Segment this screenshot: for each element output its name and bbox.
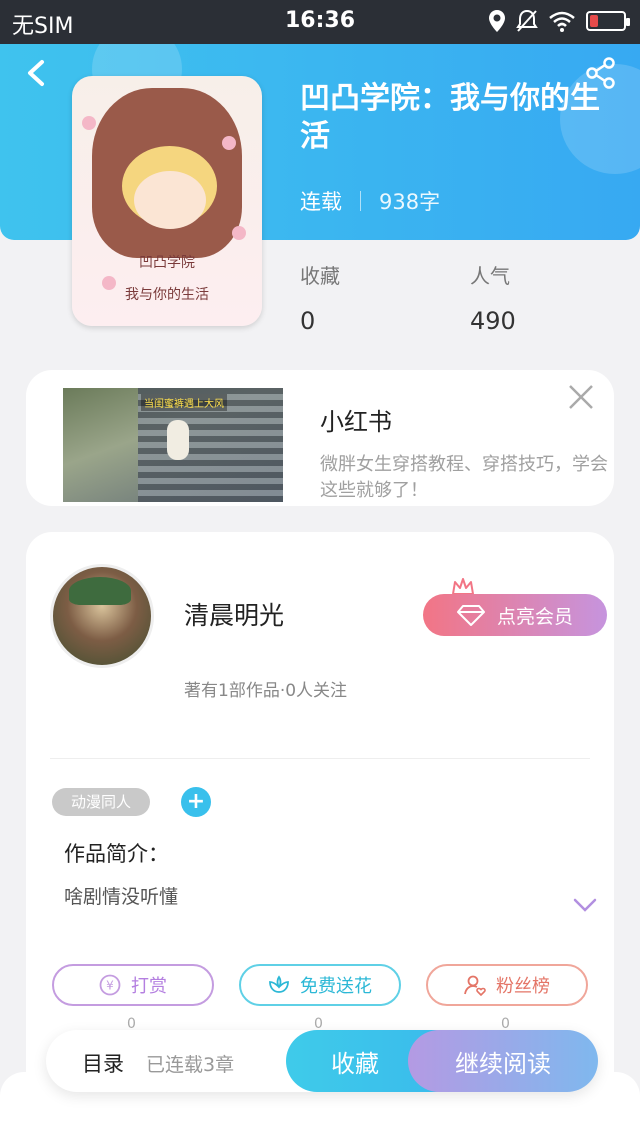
stat-value: 490 bbox=[470, 307, 516, 335]
chapter-count[interactable]: 已连载3章 bbox=[146, 1050, 234, 1077]
book-meta: 连载 938字 bbox=[300, 186, 440, 216]
divider bbox=[50, 758, 590, 759]
flower-icon bbox=[269, 975, 289, 993]
diamond-icon bbox=[456, 605, 485, 626]
vip-button[interactable]: 点亮会员 bbox=[423, 594, 607, 636]
intro-label: 作品简介： bbox=[64, 842, 169, 866]
stat-value: 0 bbox=[300, 307, 316, 335]
bottom-action-bar: 目录 已连载3章 收藏 继续阅读 bbox=[46, 1030, 598, 1092]
toc-button[interactable]: 目录 bbox=[82, 1048, 124, 1078]
stat-label: 人气 bbox=[470, 264, 510, 288]
battery-fill bbox=[590, 15, 598, 27]
author-name[interactable]: 清晨明光 bbox=[184, 596, 284, 632]
continue-reading-button[interactable]: 继续阅读 bbox=[408, 1030, 598, 1092]
ad-thumbnail-caption: 当闺蜜裤遇上大风 bbox=[141, 394, 227, 411]
status-bar: 无SIM 16:36 bbox=[0, 0, 640, 44]
book-title: 凹凸学院：我与你的生活 bbox=[300, 81, 600, 154]
mute-icon bbox=[516, 9, 538, 32]
fan-icon bbox=[464, 975, 486, 996]
location-icon bbox=[489, 10, 505, 32]
ad-description: 微胖女生穿搭教程、穿搭技巧，学会这些就够了！ bbox=[320, 454, 608, 501]
fan-ranking-button[interactable]: 粉丝榜 bbox=[426, 964, 588, 1006]
yen-icon: ¥ bbox=[99, 974, 121, 996]
ad-thumbnail[interactable]: 当闺蜜裤遇上大风 bbox=[63, 388, 283, 502]
add-tag-button[interactable]: + bbox=[181, 787, 211, 817]
stat-popularity: 人气 490 bbox=[470, 260, 516, 335]
category-tag[interactable]: 动漫同人 bbox=[52, 788, 150, 816]
ad-card[interactable]: 当闺蜜裤遇上大风 小红书 微胖女生穿搭教程、穿搭技巧，学会这些就够了！ bbox=[26, 370, 614, 506]
reward-label: 打赏 bbox=[131, 976, 167, 997]
book-cover[interactable]: 凹凸学院 我与你的生活 bbox=[72, 76, 262, 326]
vip-button-label: 点亮会员 bbox=[496, 605, 573, 628]
stat-label: 收藏 bbox=[300, 264, 340, 288]
ad-title[interactable]: 小红书 bbox=[320, 402, 392, 437]
serial-status: 连载 bbox=[300, 190, 342, 214]
continue-reading-label: 继续阅读 bbox=[455, 1049, 551, 1078]
word-count: 938字 bbox=[379, 190, 441, 214]
battery-icon bbox=[586, 11, 630, 31]
chevron-down-icon[interactable] bbox=[572, 896, 598, 914]
reward-button[interactable]: ¥ 打赏 bbox=[52, 964, 214, 1006]
cover-title-line1: 凹凸学院 bbox=[139, 255, 195, 271]
status-icons bbox=[488, 9, 630, 33]
fan-ranking-label: 粉丝榜 bbox=[496, 976, 550, 997]
collect-label: 收藏 bbox=[331, 1049, 379, 1078]
intro-text: 啥剧情没听懂 bbox=[64, 886, 179, 908]
close-icon[interactable] bbox=[566, 382, 596, 412]
author-info: 著有1部作品·0人关注 bbox=[184, 681, 348, 701]
send-flower-button[interactable]: 免费送花 bbox=[239, 964, 401, 1006]
avatar[interactable] bbox=[50, 564, 154, 668]
send-flower-label: 免费送花 bbox=[300, 976, 372, 997]
wifi-icon bbox=[549, 11, 575, 32]
stat-favorites: 收藏 0 bbox=[300, 260, 340, 335]
cover-title-line2: 我与你的生活 bbox=[125, 287, 209, 303]
back-icon[interactable] bbox=[20, 56, 54, 90]
svg-text:¥: ¥ bbox=[106, 979, 114, 993]
